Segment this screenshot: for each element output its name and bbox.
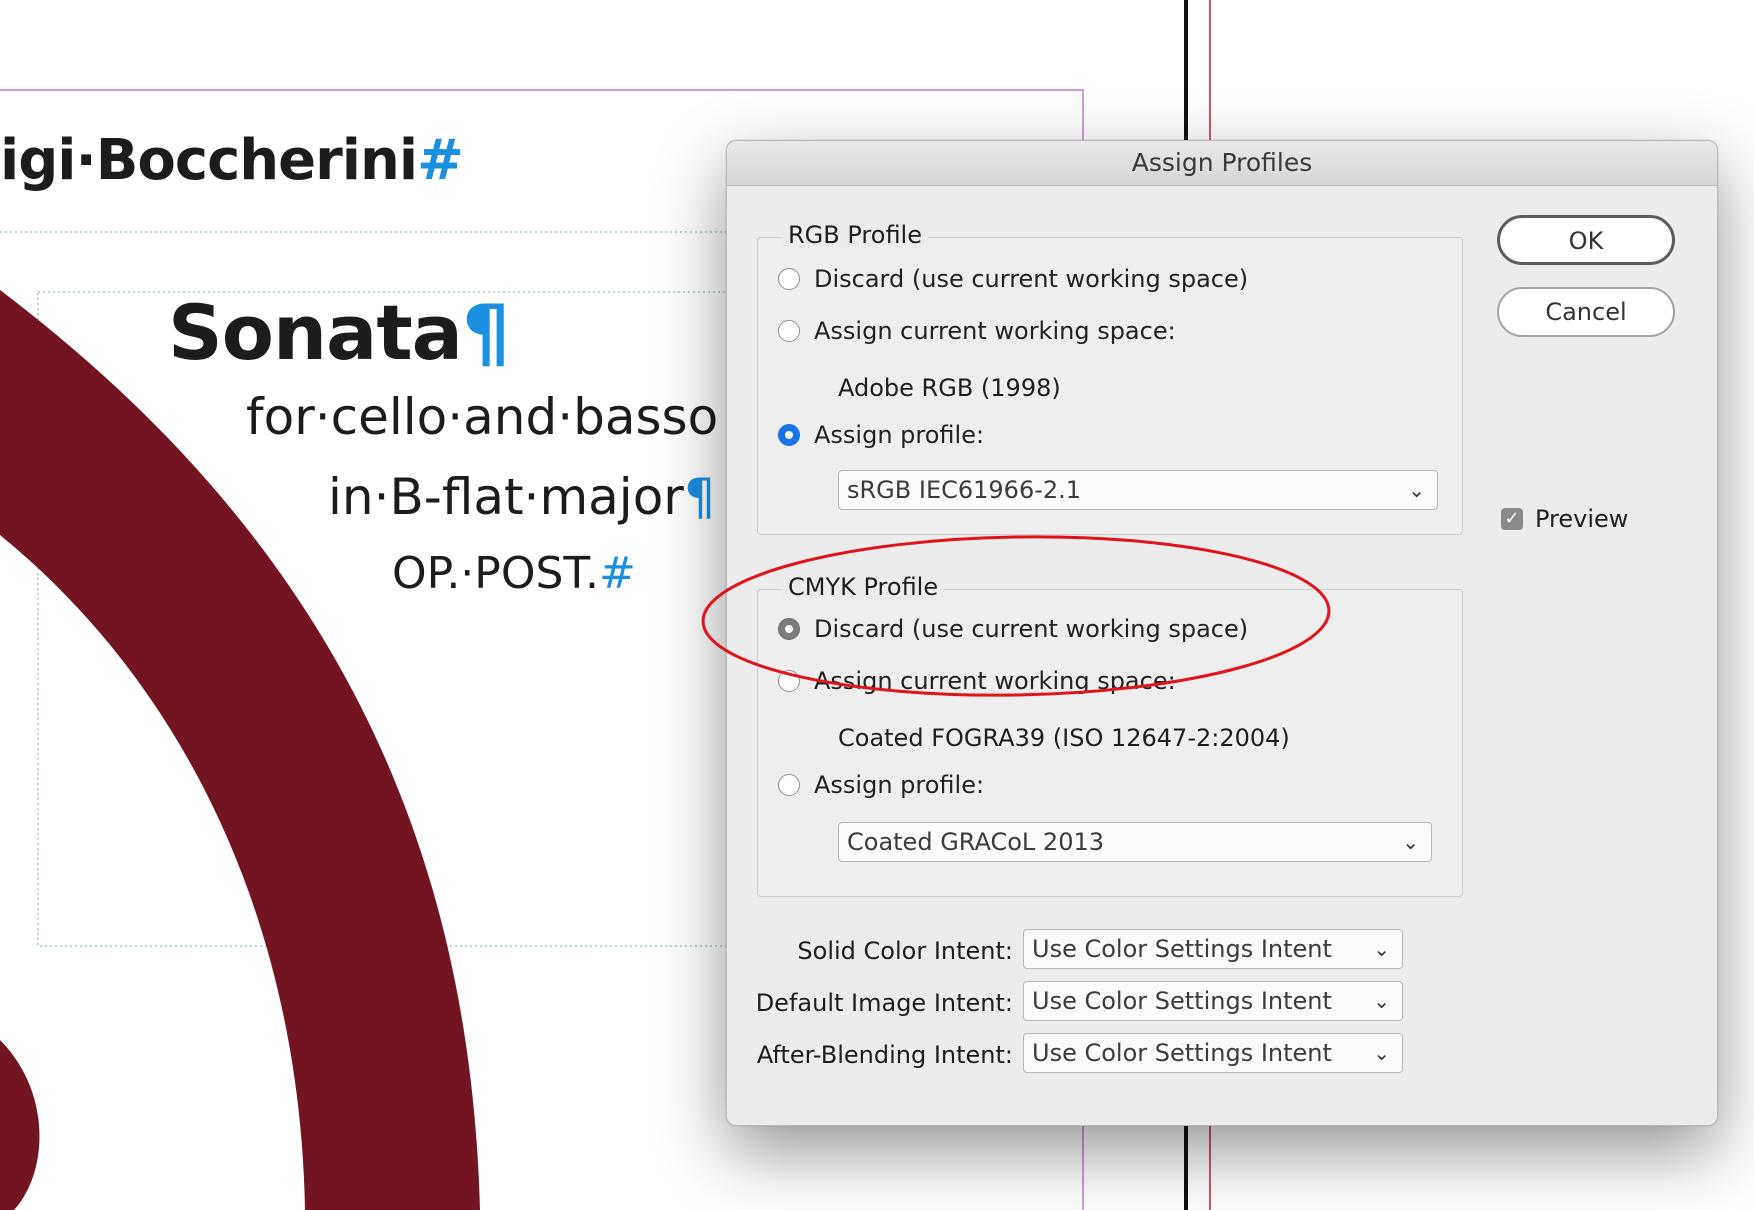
composer-name: igi·Boccherini# [0,128,464,193]
rgb-option-assign-current[interactable]: Assign current working space: [778,314,1176,348]
cmyk-option-assign-current[interactable]: Assign current working space: [778,664,1176,698]
radio-selected-icon[interactable] [778,618,800,640]
chevron-down-icon: ⌄ [1373,937,1390,961]
dialog-title: Assign Profiles [727,141,1717,186]
radio-icon[interactable] [778,670,800,692]
chevron-down-icon: ⌄ [1373,1041,1390,1065]
radio-selected-icon[interactable] [778,424,800,446]
rgb-option-discard[interactable]: Discard (use current working space) [778,262,1248,296]
checkmark-icon[interactable]: ✓ [1501,508,1523,530]
cmyk-option-discard[interactable]: Discard (use current working space) [778,612,1248,646]
maroon-arc-inner [0,1040,40,1210]
default-image-intent-select[interactable]: Use Color Settings Intent ⌄ [1023,981,1403,1021]
cmyk-profile-legend: CMYK Profile [782,573,945,601]
sonata-key: in·B-flat·major¶ [328,468,716,526]
chevron-down-icon: ⌄ [1408,478,1425,502]
chevron-down-icon: ⌄ [1373,989,1390,1013]
solid-color-intent-select[interactable]: Use Color Settings Intent ⌄ [1023,929,1403,969]
preview-checkbox-row[interactable]: ✓ Preview [1501,505,1628,533]
cmyk-option-assign-profile[interactable]: Assign profile: [778,768,984,802]
solid-color-intent-label: Solid Color Intent: [797,937,1013,965]
sonata-subtitle: for·cello·and·basso [246,388,719,446]
opus-number: OP.·POST.# [392,548,636,599]
cmyk-profile-select[interactable]: Coated GRACoL 2013 ⌄ [838,822,1432,862]
radio-icon[interactable] [778,320,800,342]
radio-icon[interactable] [778,774,800,796]
rgb-current-space: Adobe RGB (1998) [838,374,1061,402]
after-blending-intent-label: After-Blending Intent: [756,1041,1013,1069]
chevron-down-icon: ⌄ [1402,830,1419,854]
ok-button[interactable]: OK [1497,215,1675,265]
sonata-title: Sonata¶ [168,288,510,377]
assign-profiles-dialog: Assign Profiles RGB Profile Discard (use… [726,140,1718,1126]
cmyk-current-space: Coated FOGRA39 (ISO 12647-2:2004) [838,724,1290,752]
after-blending-intent-select[interactable]: Use Color Settings Intent ⌄ [1023,1033,1403,1073]
rgb-profile-legend: RGB Profile [782,221,928,249]
default-image-intent-label: Default Image Intent: [755,989,1013,1017]
rgb-profile-select[interactable]: sRGB IEC61966-2.1 ⌄ [838,470,1438,510]
rgb-option-assign-profile[interactable]: Assign profile: [778,418,984,452]
cmyk-profile-group: CMYK Profile Discard (use current workin… [757,573,1463,897]
radio-icon[interactable] [778,268,800,290]
rgb-profile-group: RGB Profile Discard (use current working… [757,221,1463,535]
cancel-button[interactable]: Cancel [1497,287,1675,337]
